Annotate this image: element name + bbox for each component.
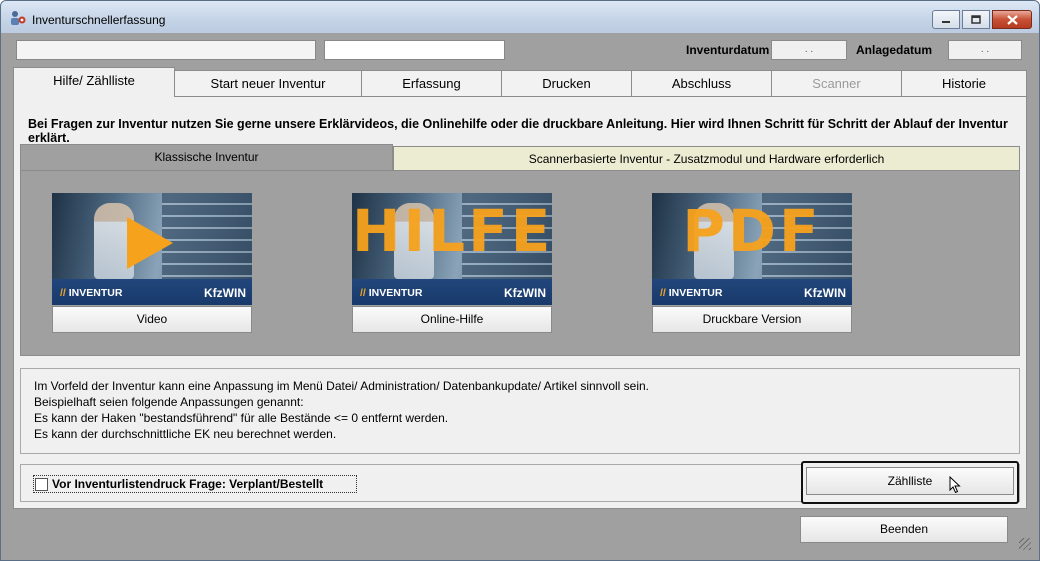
title-bar[interactable]: Inventurschnellerfassung: [1, 1, 1039, 33]
tab-erfassung[interactable]: Erfassung: [361, 70, 502, 96]
anlagedatum-field[interactable]: . .: [948, 40, 1022, 60]
main-tabs: Hilfe/ Zählliste Start neuer Inventur Er…: [13, 67, 1031, 97]
minimize-button[interactable]: [932, 10, 960, 29]
tile-band-label: INVENTUR: [68, 287, 123, 299]
beenden-button[interactable]: Beenden: [800, 516, 1008, 543]
play-icon: [127, 217, 173, 269]
tab-panel-hilfe: Bei Fragen zur Inventur nutzen Sie gerne…: [13, 96, 1027, 509]
video-button[interactable]: Video: [52, 306, 252, 333]
info-line: Beispielhaft seien folgende Anpassungen …: [34, 395, 304, 409]
verplant-bestellt-checkbox-row[interactable]: Vor Inventurlistendruck Frage: Verplant/…: [33, 475, 357, 493]
zaehlliste-button[interactable]: Zählliste: [806, 467, 1014, 495]
subtab-klassische-inventur[interactable]: Klassische Inventur: [20, 144, 393, 170]
app-user-gear-icon: [11, 11, 26, 25]
kfzwin-logo: KfzWIN: [204, 286, 246, 300]
kfzwin-logo: KfzWIN: [504, 286, 546, 300]
pdf-thumbnail[interactable]: PDF // INVENTUR KfzWIN: [652, 193, 852, 305]
resize-grip-icon[interactable]: [1019, 538, 1031, 550]
close-icon: [1006, 14, 1018, 25]
subtab-scannerbasierte-inventur[interactable]: Scannerbasierte Inventur - Zusatzmodul u…: [393, 146, 1020, 172]
hilfe-overlay-text: HILFE: [352, 197, 552, 265]
tab-hilfe-zaehlliste[interactable]: Hilfe/ Zählliste: [13, 67, 175, 97]
kfzwin-logo: KfzWIN: [804, 286, 846, 300]
tab-scanner: Scanner: [771, 70, 902, 96]
window-title: Inventurschnellerfassung: [32, 13, 166, 27]
tab-drucken[interactable]: Drucken: [501, 70, 632, 96]
client-area: Inventurdatum . . Anlagedatum . . Hilfe/…: [9, 33, 1031, 553]
filter-field-1[interactable]: [16, 40, 316, 60]
maximize-icon: [971, 15, 981, 24]
pdf-overlay-text: PDF: [682, 197, 822, 265]
info-line: Es kann der durchschnittliche EK neu ber…: [34, 427, 337, 441]
beenden-label: Beenden: [879, 522, 929, 536]
verplant-bestellt-label: Vor Inventurlistendruck Frage: Verplant/…: [52, 477, 324, 491]
info-box: Im Vorfeld der Inventur kann eine Anpass…: [20, 368, 1020, 454]
klassische-inventur-panel: // INVENTUR KfzWIN Video HILFE // INVENT…: [20, 170, 1020, 356]
zaehlliste-label: Zählliste: [887, 474, 933, 488]
tab-abschluss[interactable]: Abschluss: [631, 70, 772, 96]
verplant-bestellt-checkbox[interactable]: [35, 477, 48, 491]
druckbare-version-button[interactable]: Druckbare Version: [652, 306, 852, 333]
intro-text: Bei Fragen zur Inventur nutzen Sie gerne…: [28, 117, 1008, 145]
close-button[interactable]: [992, 10, 1032, 29]
tile-band-label: INVENTUR: [668, 287, 723, 299]
print-options-box: Vor Inventurlistendruck Frage: Verplant/…: [20, 461, 1020, 504]
inventurdatum-field[interactable]: . .: [771, 40, 847, 60]
tab-start-neuer-inventur[interactable]: Start neuer Inventur: [174, 70, 362, 96]
inventurdatum-label: Inventurdatum: [686, 43, 770, 57]
online-hilfe-thumbnail[interactable]: HILFE // INVENTUR KfzWIN: [352, 193, 552, 305]
video-thumbnail[interactable]: // INVENTUR KfzWIN: [52, 193, 252, 305]
zaehlliste-focus-frame: Zählliste: [801, 461, 1019, 504]
mouse-cursor-icon: [949, 476, 961, 494]
anlagedatum-label: Anlagedatum: [856, 43, 933, 57]
info-line: Im Vorfeld der Inventur kann eine Anpass…: [34, 379, 650, 393]
tile-band-label: INVENTUR: [368, 287, 423, 299]
main-window: Inventurschnellerfassung Inventurdatum .…: [0, 0, 1040, 561]
minimize-icon: [942, 20, 950, 23]
filter-field-2[interactable]: [324, 40, 505, 60]
online-hilfe-button[interactable]: Online-Hilfe: [352, 306, 552, 333]
info-line: Es kann der Haken "bestandsführend" für …: [34, 411, 449, 425]
maximize-button[interactable]: [962, 10, 990, 29]
tab-historie[interactable]: Historie: [901, 70, 1027, 96]
